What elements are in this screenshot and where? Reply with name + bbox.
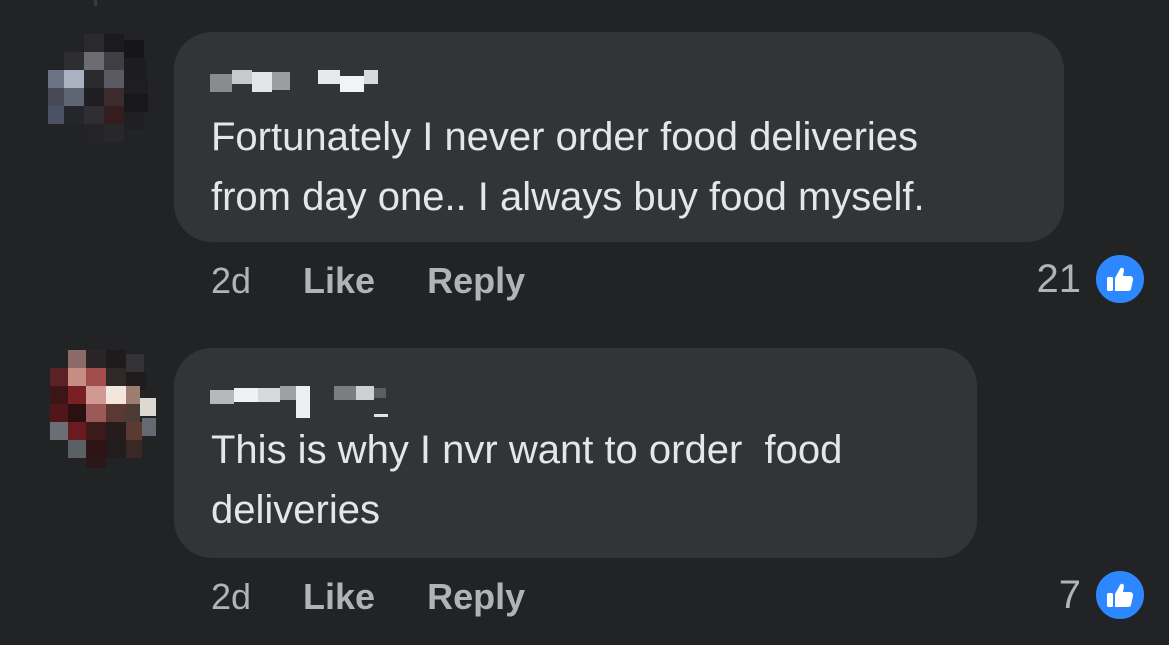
- thumbs-up-icon: [1093, 252, 1147, 306]
- like-count: 7: [1058, 572, 1081, 617]
- avatar[interactable]: [48, 348, 156, 468]
- comment-text: Fortunately I never order food deliverie…: [211, 115, 925, 219]
- redacted-author-name[interactable]: [210, 384, 390, 418]
- redacted-author-name[interactable]: [210, 68, 390, 92]
- comment-text: This is why I nvr want to order food del…: [211, 428, 843, 532]
- reply-button[interactable]: Reply: [427, 260, 525, 302]
- reply-button[interactable]: Reply: [427, 576, 525, 618]
- comment-actions: 2d Like Reply: [211, 576, 525, 618]
- reaction-summary[interactable]: 21: [1036, 252, 1147, 306]
- thumbs-up-icon: [1093, 568, 1147, 622]
- like-button[interactable]: Like: [303, 260, 375, 302]
- comment-actions: 2d Like Reply: [211, 260, 525, 302]
- comment-bubble: This is why I nvr want to order food del…: [174, 348, 977, 558]
- comment-bubble: Fortunately I never order food deliverie…: [174, 32, 1064, 242]
- timestamp[interactable]: 2d: [211, 260, 251, 302]
- like-button[interactable]: Like: [303, 576, 375, 618]
- thread-connector-line: [94, 0, 97, 6]
- like-count: 21: [1036, 256, 1082, 301]
- avatar[interactable]: [48, 32, 156, 152]
- timestamp[interactable]: 2d: [211, 576, 251, 618]
- reaction-summary[interactable]: 7: [1059, 568, 1147, 622]
